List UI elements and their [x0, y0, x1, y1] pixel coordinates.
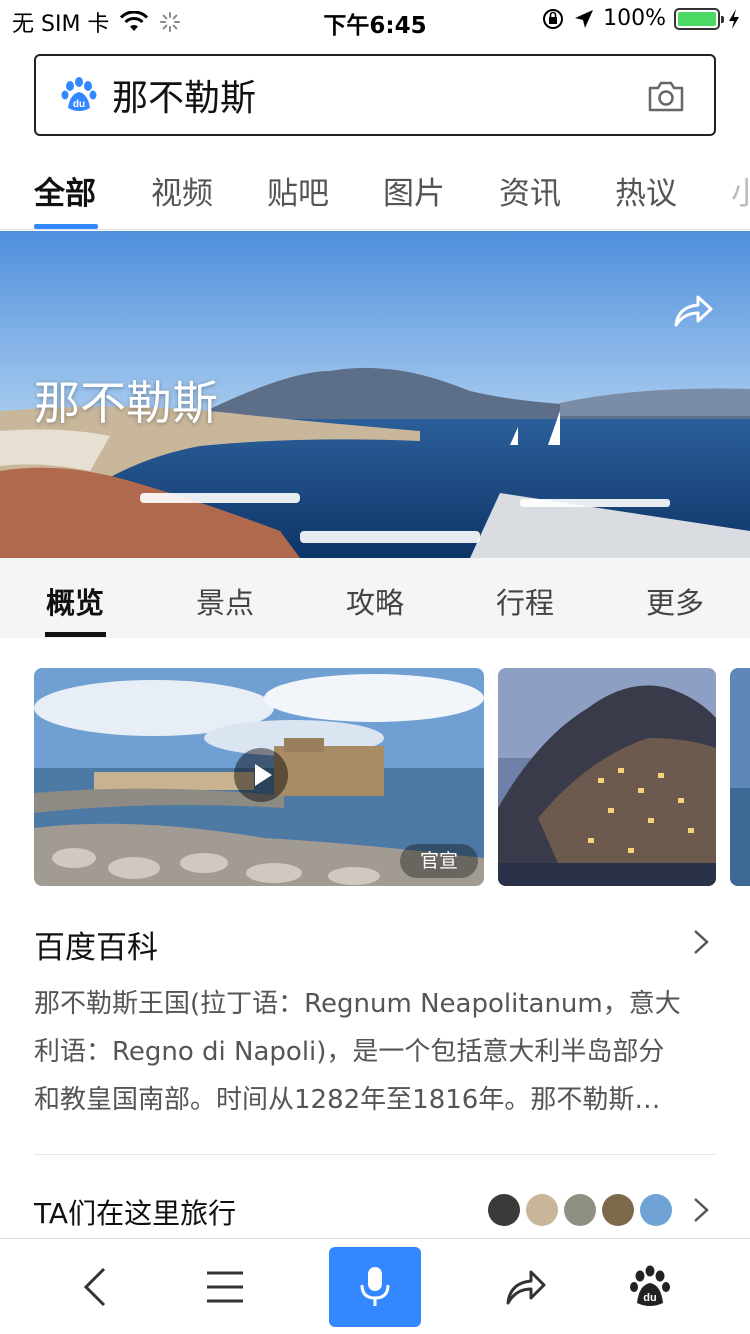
avatar [564, 1194, 596, 1226]
svg-text:du: du [73, 99, 85, 110]
subtab-itinerary[interactable]: 行程 [496, 580, 554, 622]
next-photo-thumbnail [730, 668, 750, 886]
subtab-more[interactable]: 更多 [646, 580, 704, 622]
active-subtab-indicator [45, 632, 106, 637]
travel-label[interactable]: TA们在这里旅行 [34, 1192, 236, 1232]
share-icon[interactable] [504, 1265, 548, 1309]
baike-line: 利语：Regno di Napoli)，是一个包括意大利半岛部分 [34, 1037, 665, 1067]
subtab-attractions[interactable]: 景点 [196, 580, 254, 622]
hero-title: 那不勒斯 [34, 376, 218, 430]
play-icon [255, 764, 272, 786]
search-box[interactable]: du 那不勒斯 [34, 54, 716, 136]
charging-icon [729, 8, 739, 29]
avatar [526, 1194, 558, 1226]
subtab-guides[interactable]: 攻略 [346, 580, 404, 622]
back-icon[interactable] [74, 1265, 118, 1309]
category-tabs: 全部 视频 贴吧 图片 资讯 热议 小 [0, 150, 750, 230]
active-tab-indicator [34, 224, 98, 229]
next-photo-card[interactable] [730, 668, 750, 886]
baidu-paw-icon[interactable]: du [628, 1265, 672, 1309]
baike-line: 和教皇国南部。时间从1282年至1816年。那不勒斯… [34, 1085, 661, 1115]
voice-search-button[interactable] [329, 1247, 421, 1327]
video-card[interactable]: 官宣 [34, 668, 484, 886]
avatar [602, 1194, 634, 1226]
photo-card[interactable] [498, 668, 716, 886]
photo-thumbnail [498, 668, 716, 886]
traveler-avatars[interactable] [488, 1194, 672, 1226]
baidu-paw-icon: du [61, 77, 97, 111]
status-bar: 无 SIM 卡 下午6:45 100% [0, 0, 750, 40]
baike-title[interactable]: 百度百科 [34, 922, 158, 967]
baike-line: 那不勒斯王国(拉丁语：Regnum Neapolitanum，意大 [34, 989, 681, 1019]
tab-tieba[interactable]: 贴吧 [267, 168, 329, 213]
chevron-right-icon[interactable] [692, 1197, 710, 1223]
hero-banner[interactable]: 那不勒斯 [0, 231, 750, 558]
avatar [640, 1194, 672, 1226]
divider [34, 1154, 716, 1155]
status-right: 100% [541, 6, 740, 31]
chevron-right-icon[interactable] [692, 929, 710, 955]
tab-more[interactable]: 小 [731, 168, 750, 213]
tab-all[interactable]: 全部 [34, 168, 96, 213]
play-button[interactable] [234, 748, 288, 802]
avatar [488, 1194, 520, 1226]
microphone-icon [360, 1267, 390, 1306]
location-arrow-icon [575, 9, 594, 28]
video-badge: 官宣 [399, 844, 478, 878]
tab-video[interactable]: 视频 [151, 168, 213, 213]
share-icon[interactable] [672, 291, 714, 329]
menu-icon[interactable] [203, 1265, 247, 1309]
baike-summary[interactable]: 那不勒斯王国(拉丁语：Regnum Neapolitanum，意大 利语：Reg… [34, 980, 704, 1124]
battery-icon [674, 7, 724, 30]
orientation-lock-icon [543, 8, 564, 29]
battery-percent: 100% [603, 6, 666, 31]
tab-news[interactable]: 资讯 [499, 168, 561, 213]
battery-fill [678, 11, 716, 26]
search-input[interactable]: 那不勒斯 [112, 69, 256, 121]
subtab-overview[interactable]: 概览 [46, 580, 104, 622]
tab-discussion[interactable]: 热议 [615, 168, 677, 213]
sub-tabs: 概览 景点 攻略 行程 更多 [0, 558, 750, 638]
tab-images[interactable]: 图片 [383, 168, 445, 213]
camera-icon[interactable] [646, 78, 686, 114]
svg-text:du: du [643, 1292, 656, 1304]
bottom-toolbar: du [0, 1238, 750, 1334]
